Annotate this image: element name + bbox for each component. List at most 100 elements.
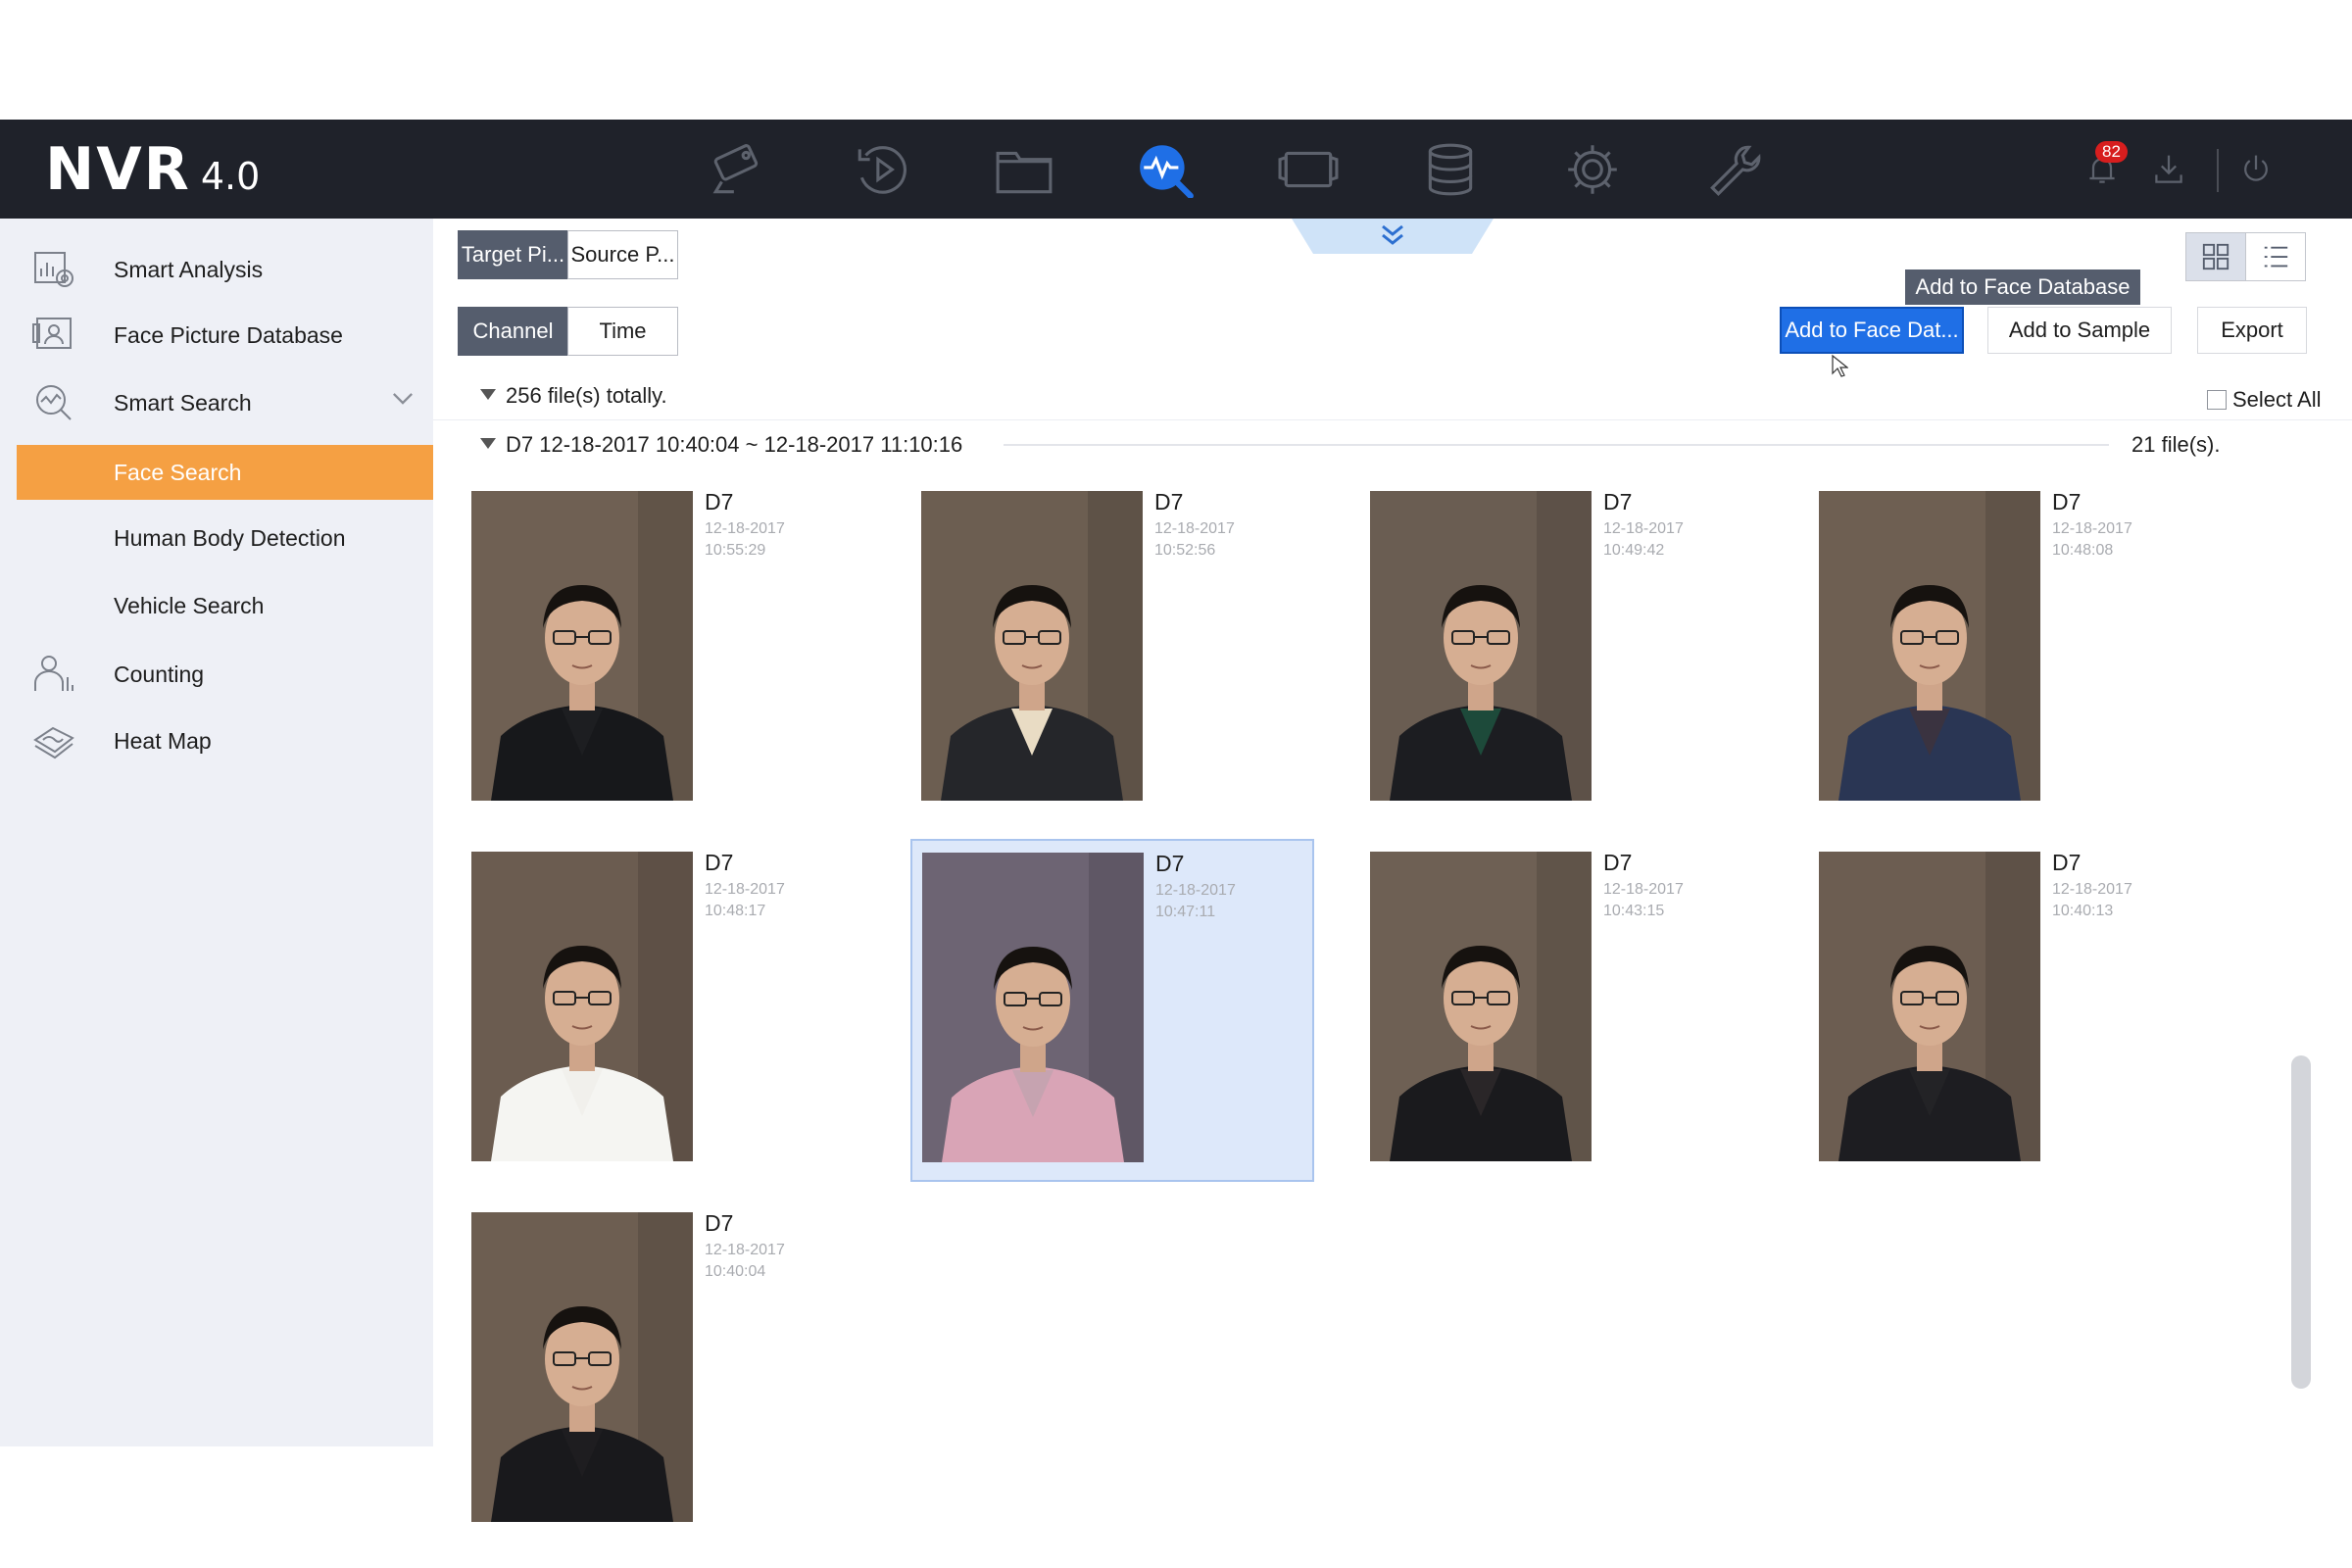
video-icon[interactable]	[1274, 139, 1343, 200]
sidebar-item-counting[interactable]: Counting	[0, 642, 433, 707]
select-all-checkbox[interactable]: Select All	[2207, 387, 2322, 413]
tab-channel[interactable]: Channel	[458, 307, 568, 356]
capture-time: 10:47:11	[1155, 904, 1216, 920]
result-card[interactable]: D7 12-18-2017 10:43:15	[1359, 839, 1763, 1182]
channel-label: D7	[705, 1210, 734, 1236]
divider	[1004, 444, 2109, 446]
channel-label: D7	[2052, 489, 2082, 514]
scrollbar[interactable]	[2291, 1055, 2311, 1389]
expand-all-toggle[interactable]	[480, 389, 496, 400]
capture-date: 12-18-2017	[1603, 881, 1684, 898]
camera-icon[interactable]	[704, 139, 772, 200]
channel-label: D7	[1603, 850, 1633, 875]
sidebar-item-label: Vehicle Search	[114, 592, 265, 618]
folder-icon[interactable]	[990, 139, 1058, 200]
tooltip: Add to Face Database	[1905, 270, 2140, 305]
total-files-label: 256 file(s) totally.	[506, 383, 667, 408]
result-card[interactable]: D7 12-18-2017 10:52:56	[910, 478, 1314, 821]
channel-label: D7	[1154, 489, 1184, 514]
capture-date: 12-18-2017	[705, 881, 785, 898]
capture-date: 12-18-2017	[1154, 520, 1235, 537]
channel-label: D7	[705, 489, 734, 514]
sidebar-item-vehicle-search[interactable]: Vehicle Search	[0, 573, 433, 638]
channel-label: D7	[2052, 850, 2082, 875]
checkbox-box[interactable]	[2207, 390, 2227, 410]
sidebar-item-smart-analysis[interactable]: Smart Analysis	[0, 237, 433, 302]
app-logo: NVR 4.0	[45, 135, 260, 204]
channel-label: D7	[1155, 851, 1185, 876]
sidebar-item-heat-map[interactable]: Heat Map	[0, 709, 433, 773]
power-icon[interactable]	[2231, 145, 2280, 194]
chevron-down-icon	[392, 392, 414, 410]
mouse-cursor-icon	[1832, 354, 1848, 377]
group-count: 21 file(s).	[2132, 432, 2221, 457]
download-icon[interactable]	[2144, 145, 2193, 194]
result-card[interactable]: D7 12-18-2017 10:40:13	[1808, 839, 2212, 1182]
face-thumbnail[interactable]	[1819, 852, 2040, 1161]
face-database-icon	[31, 313, 76, 358]
capture-time: 10:48:17	[705, 903, 766, 919]
face-thumbnail[interactable]	[471, 491, 693, 801]
add-to-face-database-button[interactable]: Add to Face Dat...	[1780, 307, 1964, 354]
nvr-app: NVR 4.0 82 Smart Analysis Face Picture D…	[0, 0, 2352, 1568]
sidebar: Smart Analysis Face Picture Database Sma…	[0, 219, 433, 1446]
capture-time: 10:40:13	[2052, 903, 2114, 919]
capture-date: 12-18-2017	[1603, 520, 1684, 537]
result-card[interactable]: D7 12-18-2017 10:49:42	[1359, 478, 1763, 821]
face-thumbnail[interactable]	[1370, 852, 1592, 1161]
face-thumbnail[interactable]	[922, 853, 1144, 1162]
result-card[interactable]: D7 12-18-2017 10:47:11	[910, 839, 1314, 1182]
face-thumbnail[interactable]	[471, 1212, 693, 1522]
face-thumbnail[interactable]	[1819, 491, 2040, 801]
grid-view-button[interactable]	[2185, 232, 2246, 281]
export-button[interactable]: Export	[2197, 307, 2307, 354]
smart-analysis-icon[interactable]	[1132, 139, 1200, 200]
sidebar-item-face-search[interactable]: Face Search	[17, 445, 433, 500]
result-card[interactable]: D7 12-18-2017 10:55:29	[461, 478, 864, 821]
sidebar-item-label: Face Picture Database	[114, 321, 343, 348]
maintenance-icon[interactable]	[1700, 139, 1769, 200]
list-view-icon	[2264, 246, 2288, 268]
result-card[interactable]: D7 12-18-2017 10:48:08	[1808, 478, 2212, 821]
capture-time: 10:40:04	[705, 1263, 766, 1280]
tab-source-picture[interactable]: Source P...	[567, 230, 678, 279]
channel-label: D7	[1603, 489, 1633, 514]
result-card[interactable]: D7 12-18-2017 10:40:04	[461, 1200, 864, 1543]
select-all-label: Select All	[2232, 387, 2322, 412]
result-card[interactable]: D7 12-18-2017 10:48:17	[461, 839, 864, 1182]
sidebar-item-label: Heat Map	[114, 727, 212, 754]
brand-name: NVR	[45, 135, 191, 204]
sidebar-item-human-body-detection[interactable]: Human Body Detection	[0, 506, 433, 570]
capture-date: 12-18-2017	[2052, 520, 2132, 537]
tab-time[interactable]: Time	[567, 307, 678, 356]
group-collapse-toggle[interactable]	[480, 438, 496, 449]
toolbar-divider	[2217, 149, 2219, 192]
capture-time: 10:55:29	[705, 542, 766, 559]
face-search-panel: Target Pi... Source P... Channel Time Ad…	[433, 219, 2352, 1522]
playback-icon[interactable]	[848, 139, 916, 200]
capture-date: 12-18-2017	[2052, 881, 2132, 898]
sidebar-item-face-picture-database[interactable]: Face Picture Database	[0, 303, 433, 368]
sidebar-item-smart-search[interactable]: Smart Search	[0, 370, 433, 435]
sidebar-item-label: Human Body Detection	[114, 524, 346, 551]
settings-icon[interactable]	[1558, 139, 1627, 200]
sidebar-item-label: Smart Analysis	[114, 256, 264, 282]
counting-icon	[31, 652, 76, 697]
capture-date: 12-18-2017	[705, 520, 785, 537]
smart-analysis-icon	[31, 247, 76, 292]
heat-map-icon	[31, 718, 76, 763]
grid-view-icon	[2202, 243, 2230, 270]
face-thumbnail[interactable]	[471, 852, 693, 1161]
capture-time: 10:49:42	[1603, 542, 1665, 559]
list-view-button[interactable]	[2245, 232, 2306, 281]
sidebar-item-label: Face Search	[114, 459, 242, 485]
smart-search-icon	[31, 380, 76, 425]
add-to-sample-button[interactable]: Add to Sample	[1987, 307, 2172, 354]
sidebar-item-label: Counting	[114, 661, 205, 687]
notification-badge: 82	[2095, 141, 2128, 163]
capture-date: 12-18-2017	[705, 1242, 785, 1258]
face-thumbnail[interactable]	[921, 491, 1143, 801]
tab-target-picture[interactable]: Target Pi...	[458, 230, 568, 279]
storage-icon[interactable]	[1416, 139, 1485, 200]
face-thumbnail[interactable]	[1370, 491, 1592, 801]
